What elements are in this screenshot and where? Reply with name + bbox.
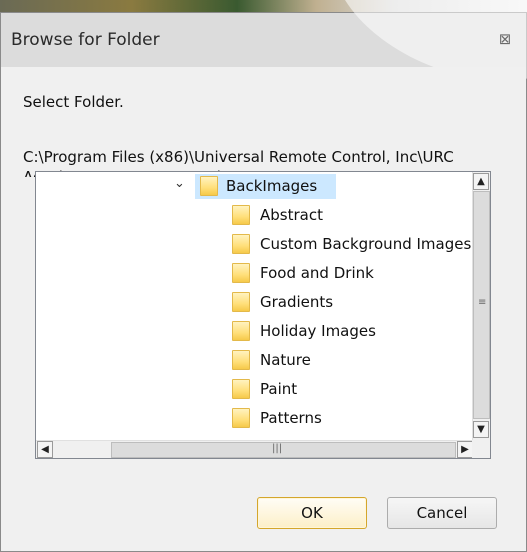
cancel-button[interactable]: Cancel bbox=[387, 497, 497, 529]
folder-tree[interactable]: ⌄ BackImages Abstract Custom Background I… bbox=[35, 171, 491, 459]
scroll-down-button[interactable]: ▼ bbox=[473, 421, 489, 438]
prompt-text: Select Folder. bbox=[23, 93, 124, 111]
tree-node[interactable]: Food and Drink bbox=[36, 259, 474, 287]
grip-icon: ≡ bbox=[478, 297, 487, 308]
folder-icon bbox=[232, 263, 250, 283]
tree-node[interactable]: Paint bbox=[36, 375, 474, 403]
folder-icon bbox=[232, 321, 250, 341]
folder-icon bbox=[232, 205, 250, 225]
horizontal-scroll-thumb[interactable]: ||| bbox=[111, 442, 456, 458]
ok-button[interactable]: OK bbox=[257, 497, 367, 529]
browse-for-folder-dialog: Browse for Folder ⊠ Select Folder. C:\Pr… bbox=[0, 0, 527, 552]
title-bar[interactable]: Browse for Folder ⊠ bbox=[1, 0, 527, 116]
folder-icon bbox=[232, 350, 250, 370]
dialog-content: Select Folder. C:\Program Files (x86)\Un… bbox=[1, 67, 526, 551]
folder-icon bbox=[232, 292, 250, 312]
folder-icon bbox=[232, 408, 250, 428]
vertical-scrollbar[interactable]: ▲ ≡ ▼ bbox=[472, 172, 490, 440]
tree-node-label: Custom Background Images bbox=[260, 235, 472, 253]
tree-node[interactable]: Gradients bbox=[36, 288, 474, 316]
scroll-right-button[interactable]: ▶ bbox=[457, 441, 473, 458]
tree-node[interactable]: Nature bbox=[36, 346, 474, 374]
tree-node-label: Gradients bbox=[260, 293, 334, 311]
scroll-left-button[interactable]: ◀ bbox=[37, 441, 53, 458]
close-button[interactable]: ⊠ bbox=[494, 28, 516, 50]
tree-node-label: Paint bbox=[260, 380, 298, 398]
folder-icon bbox=[200, 176, 218, 196]
scrollbar-corner bbox=[472, 440, 490, 458]
tree-node[interactable]: Custom Background Images bbox=[36, 230, 474, 258]
window-title: Browse for Folder bbox=[11, 30, 160, 50]
grip-icon: ||| bbox=[272, 443, 283, 454]
tree-node-label: BackImages bbox=[226, 177, 318, 195]
chevron-down-icon[interactable]: ⌄ bbox=[174, 176, 185, 191]
folder-icon bbox=[232, 234, 250, 254]
horizontal-scrollbar[interactable]: ◀ ||| ▶ bbox=[36, 440, 474, 458]
tree-node-label: Nature bbox=[260, 351, 311, 369]
folder-icon bbox=[232, 379, 250, 399]
tree-node-label: Abstract bbox=[260, 206, 323, 224]
tree-node-label: Food and Drink bbox=[260, 264, 374, 282]
tree-node[interactable]: Patterns bbox=[36, 404, 474, 432]
tree-viewport: ⌄ BackImages Abstract Custom Background I… bbox=[36, 172, 474, 440]
tree-node[interactable]: Abstract bbox=[36, 201, 474, 229]
tree-node[interactable]: Holiday Images bbox=[36, 317, 474, 345]
vertical-scroll-thumb[interactable]: ≡ bbox=[473, 191, 490, 419]
tree-node-backimages[interactable]: ⌄ BackImages bbox=[36, 172, 474, 200]
scroll-up-button[interactable]: ▲ bbox=[473, 173, 489, 190]
tree-node-label: Holiday Images bbox=[260, 322, 376, 340]
tree-node-label: Patterns bbox=[260, 409, 322, 427]
